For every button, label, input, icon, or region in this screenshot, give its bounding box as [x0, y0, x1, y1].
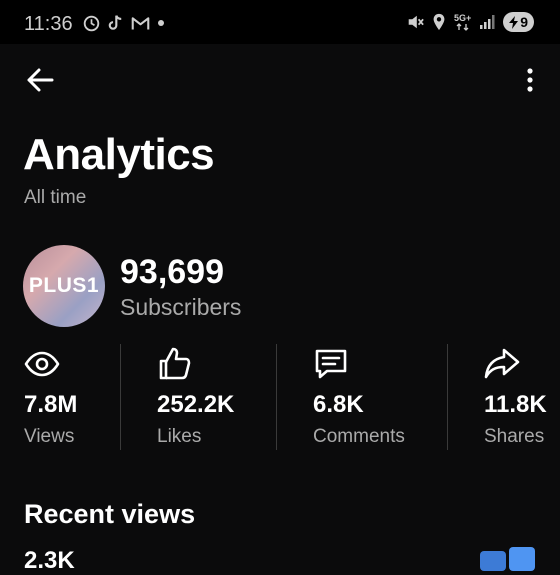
status-bar: 11:36 5G+ 9	[0, 0, 560, 44]
page-title: Analytics	[23, 130, 215, 179]
subscriber-count: 93,699	[120, 253, 224, 291]
location-icon	[433, 13, 445, 31]
more-notifications-dot-icon	[158, 20, 164, 26]
period-label: All time	[24, 187, 87, 208]
stat-value: 6.8K	[313, 391, 364, 418]
stat-divider	[120, 344, 121, 450]
stat-label: Comments	[313, 426, 405, 447]
data-transfer-icon	[456, 22, 469, 31]
share-icon	[484, 348, 520, 379]
tiktok-icon	[108, 15, 122, 30]
more-options-button[interactable]	[520, 64, 540, 96]
notification-icons	[83, 14, 165, 32]
battery-level: 9	[520, 14, 528, 30]
charging-bolt-icon	[509, 15, 519, 29]
recent-views-value: 2.3K	[24, 547, 75, 574]
network-label: 5G+	[453, 12, 472, 23]
subscriber-label: Subscribers	[120, 294, 242, 320]
stat-value: 11.8K	[484, 391, 547, 418]
stat-label: Likes	[157, 426, 202, 447]
comment-icon	[315, 349, 347, 379]
recent-chart-thumbnail	[509, 547, 535, 571]
stat-value: 252.2K	[157, 391, 235, 418]
signal-icon	[480, 15, 495, 29]
status-time: 11:36	[24, 13, 73, 35]
battery-indicator: 9	[503, 12, 534, 32]
system-status-icons: 5G+ 9	[406, 12, 534, 32]
channel-avatar[interactable]: PLUS1	[23, 245, 105, 327]
eye-icon	[24, 351, 60, 377]
recent-chart-thumbnail	[480, 551, 506, 571]
network-type: 5G+	[453, 12, 472, 31]
thumbs-up-icon	[159, 347, 191, 380]
stat-value: 7.8M	[24, 391, 78, 418]
back-button[interactable]	[24, 64, 56, 96]
stat-divider	[447, 344, 448, 450]
clock-icon	[83, 15, 100, 31]
stat-label: Views	[24, 426, 75, 447]
arrow-left-icon	[27, 68, 54, 92]
gmail-icon	[131, 16, 150, 30]
avatar-logo-text: PLUS1	[28, 274, 100, 297]
recent-views-title: Recent views	[24, 499, 196, 529]
mute-icon	[408, 15, 424, 29]
stat-divider	[276, 344, 277, 450]
stat-label: Shares	[484, 426, 545, 447]
more-vert-icon	[527, 68, 533, 92]
